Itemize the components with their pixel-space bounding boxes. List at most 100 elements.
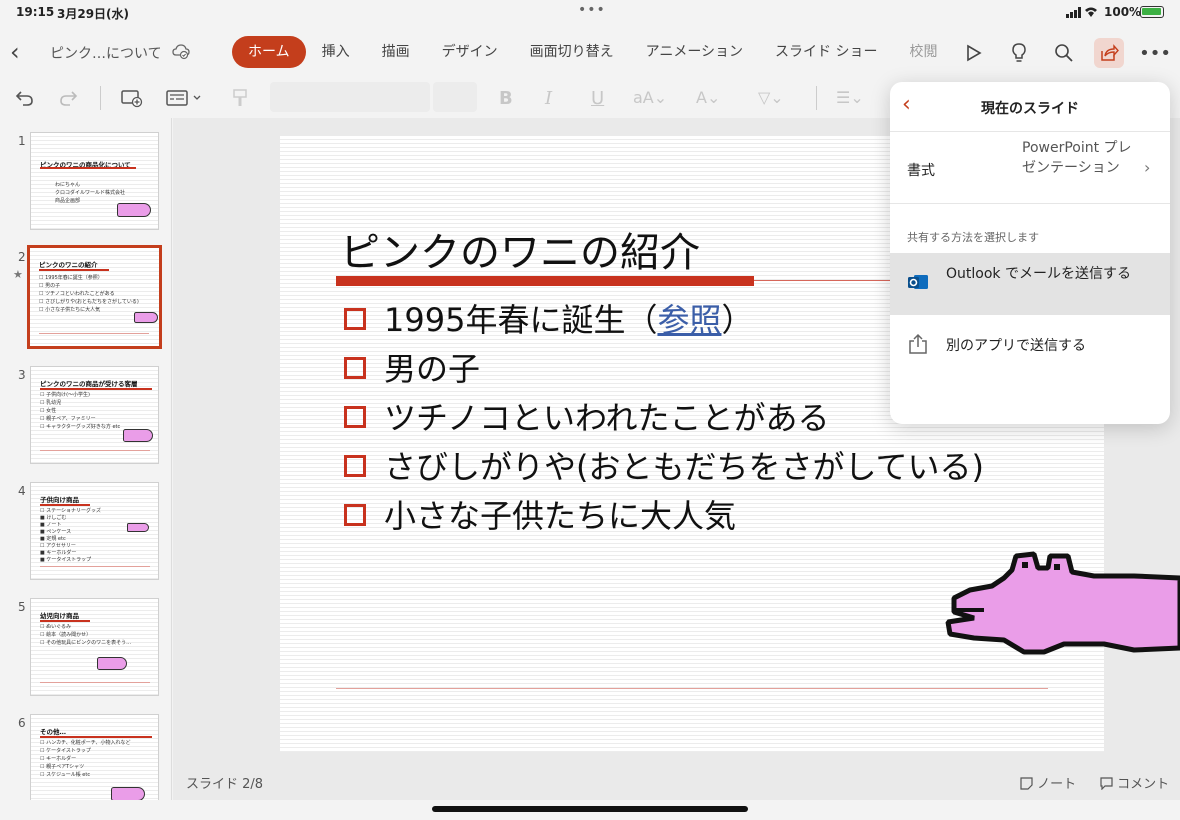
thumbnail-number: 4 — [18, 484, 26, 498]
bullets-icon[interactable]: ☰⌄ — [836, 88, 864, 107]
thumbnail-line: ☐ その他玩具にピンクのワニを表そう… — [40, 640, 132, 646]
thumbnail-line: 商品企画部 — [55, 198, 81, 204]
thumbnail-title: その他… — [40, 728, 66, 736]
search-icon[interactable] — [1049, 38, 1079, 68]
bullet-text: ツチノコといわれたことがある — [384, 399, 830, 437]
thumbnail-line: ☐ さびしがりや(おともだちをさがしている) — [39, 299, 139, 305]
thumbnail-title: 子供向け商品 — [40, 496, 79, 504]
checkbox-bullet-icon — [344, 406, 366, 428]
thumbnail-line: ■ 定規 etc — [40, 536, 66, 542]
pink-crocodile-image — [134, 312, 158, 323]
tab-insert[interactable]: 挿入 — [306, 36, 366, 68]
signal-wifi-icon — [1066, 7, 1097, 18]
tab-animations[interactable]: アニメーション — [630, 36, 759, 68]
format-value: PowerPoint プレゼンテーション — [1022, 140, 1132, 176]
pink-crocodile-image[interactable] — [944, 548, 1180, 658]
pink-crocodile-image — [111, 787, 145, 800]
outlook-icon — [908, 275, 928, 289]
format-painter-icon — [226, 84, 254, 112]
bullet-list[interactable]: 1995年春に誕生（参照） 男の子 ツチノコといわれたことがある さびしがりや(… — [344, 298, 984, 543]
thumbnail-title-bar — [40, 504, 90, 506]
slide-thumbnail-5[interactable]: 幼児向け商品 ☐ ぬいぐるみ ☐ 絵本（読み聞かせ） ☐ その他玩具にピンクのワ… — [30, 598, 159, 696]
font-name-field[interactable] — [270, 82, 430, 112]
thumbnail-line: ☐ 絵本（読み聞かせ） — [40, 632, 92, 638]
bullet-item: 小さな子供たちに大人気 — [344, 494, 984, 543]
notes-icon — [1020, 777, 1033, 790]
thumbnail-number: 5 — [18, 600, 26, 614]
thumbnail-number: 1 — [18, 134, 26, 148]
pink-crocodile-image — [127, 523, 149, 532]
thumbnail-line: ☐ 親子ペアTシャツ — [40, 764, 85, 770]
layout-icon[interactable] — [164, 84, 208, 112]
checkbox-bullet-icon — [344, 357, 366, 379]
notes-label: ノート — [1037, 777, 1077, 792]
slide-footer-line — [336, 688, 1048, 689]
thumbnail-footer-line — [40, 682, 150, 683]
thumbnail-line: ☐ 男の子 — [39, 283, 61, 289]
slide-thumbnail-6[interactable]: その他… ☐ ハンカチ、化粧ポーチ、小物入れなど ☐ ケータイストラップ ☐ キ… — [30, 714, 159, 800]
notes-button[interactable]: ノート — [1020, 773, 1076, 792]
bullet-text: 1995年春に誕生（ — [384, 301, 658, 339]
underline-icon[interactable]: U — [591, 88, 604, 109]
other-app-option-label: 別のアプリで送信する — [946, 338, 1086, 354]
thumbnail-line: ☐ 1995年春に誕生（参照） — [39, 275, 103, 281]
thumbnail-line: ☐ ツチノコといわれたことがある — [39, 291, 115, 297]
thumbnail-footer-line — [40, 566, 150, 567]
thumbnail-title-bar — [39, 269, 109, 271]
cloud-sync-icon[interactable] — [172, 42, 190, 60]
undo-icon[interactable] — [10, 84, 38, 112]
font-color-icon[interactable]: A⌄ — [696, 88, 720, 107]
section-header: 共有する方法を選択します — [907, 231, 1039, 244]
slide-title[interactable]: ピンクのワニの紹介 — [340, 220, 700, 278]
outlook-send-option[interactable]: Outlook でメールを送信する — [890, 253, 1170, 315]
bullet-text: 男の子 — [384, 350, 481, 388]
play-icon[interactable] — [958, 38, 988, 68]
italic-icon[interactable]: I — [545, 88, 552, 109]
tab-draw[interactable]: 描画 — [366, 36, 426, 68]
comments-label: コメント — [1117, 777, 1170, 792]
thumbnail-line: ■ ケータイストラップ — [40, 557, 92, 563]
highlight-icon[interactable]: ▽⌄ — [758, 88, 784, 107]
back-icon[interactable]: ‹ — [10, 38, 20, 66]
tab-review[interactable]: 校閲 — [894, 36, 945, 68]
slide-thumbnail-4[interactable]: 子供向け商品 ☐ ステーショナリーグッズ ■ けしごむ ■ ノート ■ ペンケー… — [30, 482, 159, 580]
thumbnail-title: 幼児向け商品 — [40, 612, 79, 620]
document-title[interactable]: ピンク…について — [50, 43, 162, 63]
thumbnail-line: ☐ ハンカチ、化粧ポーチ、小物入れなど — [40, 740, 131, 746]
thumbnail-title-bar — [40, 167, 136, 169]
checkbox-bullet-icon — [344, 455, 366, 477]
thumbnail-line: ☐ アクセサリー — [40, 543, 76, 549]
more-icon[interactable]: ••• — [1139, 38, 1171, 68]
thumbnail-line: ☐ ケータイストラップ — [40, 748, 91, 754]
status-time: 19:15 — [16, 5, 55, 19]
bullet-text: さびしがりや(おともだちをさがしている) — [384, 448, 985, 486]
toolbar-divider — [816, 86, 817, 110]
slide-thumbnails-pane: 1 ピンクのワニの商品化について わにちゃん クロコダイルワールド株式会社 商品… — [0, 118, 172, 800]
checkbox-bullet-icon — [344, 504, 366, 526]
comments-button[interactable]: コメント — [1100, 773, 1169, 792]
other-app-send-option[interactable]: 別のアプリで送信する — [890, 315, 1170, 377]
lightbulb-icon[interactable] — [1004, 38, 1034, 68]
home-indicator[interactable] — [432, 806, 748, 812]
share-icon[interactable] — [1094, 38, 1124, 68]
reference-link[interactable]: 参照 — [657, 301, 721, 339]
font-size-field[interactable] — [433, 82, 477, 112]
tab-home[interactable]: ホーム — [232, 36, 306, 68]
slide-thumbnail-1[interactable]: ピンクのワニの商品化について わにちゃん クロコダイルワールド株式会社 商品企画… — [30, 132, 159, 230]
status-bar: 19:15 3月29日(水) ••• 100% — [0, 0, 1180, 24]
format-row[interactable]: 書式 PowerPoint プレゼンテーション › — [890, 132, 1170, 204]
multitask-dots-icon[interactable]: ••• — [578, 2, 606, 18]
tab-transitions[interactable]: 画面切り替え — [514, 36, 630, 68]
font-size-change-icon[interactable]: aA⌄ — [633, 88, 667, 107]
slide-thumbnail-3[interactable]: ピンクのワニの商品が受ける客層 ☐ 子供向け(～小学生) ☐ 乳幼児 ☐ 女性 … — [30, 366, 159, 464]
pink-crocodile-image — [97, 657, 127, 670]
slide-thumbnail-2[interactable]: ピンクのワニの紹介 ☐ 1995年春に誕生（参照） ☐ 男の子 ☐ ツチノコとい… — [27, 245, 162, 349]
redo-icon[interactable] — [55, 84, 83, 112]
chevron-right-icon: › — [1144, 158, 1151, 177]
tab-design[interactable]: デザイン — [426, 36, 514, 68]
tab-slideshow[interactable]: スライド ショー — [759, 36, 893, 68]
new-slide-icon[interactable] — [118, 84, 146, 112]
thumbnail-title: ピンクのワニの商品が受ける客層 — [40, 380, 138, 388]
bold-icon[interactable]: B — [499, 88, 513, 109]
format-label: 書式 — [907, 163, 935, 179]
